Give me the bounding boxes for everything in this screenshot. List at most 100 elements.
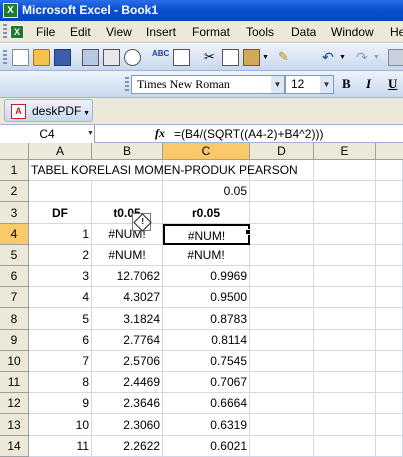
column-header-c[interactable]: C — [163, 143, 250, 160]
formula-input[interactable]: =(B4/(SQRT((A4-2)+B4^2))) — [174, 127, 323, 141]
print-preview-icon[interactable] — [124, 49, 141, 66]
cell-e1[interactable] — [314, 160, 376, 181]
row-header-11[interactable]: 11 — [0, 372, 29, 393]
cell-d4[interactable] — [250, 224, 314, 245]
cell-e8[interactable] — [314, 308, 376, 330]
cell-a10[interactable]: 7 — [29, 351, 92, 372]
menu-insert[interactable]: Insert — [146, 25, 176, 39]
cell-d13[interactable] — [250, 414, 314, 436]
cell-a7[interactable]: 4 — [29, 287, 92, 308]
excel-app-icon[interactable]: X — [3, 3, 18, 18]
cell-d2[interactable] — [250, 181, 314, 202]
column-header-e[interactable]: E — [314, 143, 376, 160]
row-header-9[interactable]: 9 — [0, 330, 29, 351]
cell-b6[interactable]: 12.7062 — [92, 266, 163, 287]
toolbar-grip-handle[interactable] — [3, 50, 7, 65]
cell-f12[interactable] — [376, 393, 403, 414]
save-icon[interactable] — [54, 49, 71, 66]
hyperlink-icon[interactable] — [388, 49, 403, 66]
row-header-1[interactable]: 1 — [0, 160, 29, 181]
menu-edit[interactable]: Edit — [70, 25, 91, 39]
bold-button[interactable]: B — [342, 76, 351, 92]
italic-button[interactable]: I — [366, 76, 371, 92]
cell-f11[interactable] — [376, 372, 403, 393]
cell-b11[interactable]: 2.4469 — [92, 372, 163, 393]
cell-c8[interactable]: 0.8783 — [163, 308, 250, 330]
cell-c6[interactable]: 0.9969 — [163, 266, 250, 287]
redo-icon[interactable]: ↷ — [356, 49, 373, 66]
insert-function-icon[interactable]: fx — [155, 126, 165, 141]
menu-format[interactable]: Format — [192, 25, 230, 39]
cell-c2[interactable]: 0.05 — [163, 181, 250, 202]
cell-b3[interactable]: t0.05 — [92, 202, 163, 224]
cell-f4[interactable] — [376, 224, 403, 245]
menu-file[interactable]: File — [36, 25, 55, 39]
copy-icon[interactable] — [222, 49, 239, 66]
cell-a6[interactable]: 3 — [29, 266, 92, 287]
undo-icon[interactable]: ↶ — [322, 49, 339, 66]
redo-dropdown-icon[interactable]: ▼ — [373, 49, 381, 66]
name-box[interactable]: C4 — [0, 125, 95, 143]
cell-b5[interactable]: #NUM! — [92, 245, 163, 266]
cell-f13[interactable] — [376, 414, 403, 436]
underline-button[interactable]: U — [388, 76, 397, 92]
error-options-button[interactable]: ! — [132, 213, 152, 232]
row-header-6[interactable]: 6 — [0, 266, 29, 287]
cell-b12[interactable]: 2.3646 — [92, 393, 163, 414]
cell-e6[interactable] — [314, 266, 376, 287]
cell-c10[interactable]: 0.7545 — [163, 351, 250, 372]
cell-e9[interactable] — [314, 330, 376, 351]
row-header-10[interactable]: 10 — [0, 351, 29, 372]
row-header-3[interactable]: 3 — [0, 202, 29, 224]
menu-data[interactable]: Data — [291, 25, 316, 39]
cell-b13[interactable]: 2.3060 — [92, 414, 163, 436]
cell-a2[interactable] — [29, 181, 92, 202]
cell-f6[interactable] — [376, 266, 403, 287]
cell-e11[interactable] — [314, 372, 376, 393]
paste-icon[interactable] — [243, 49, 260, 66]
font-size-dropdown[interactable]: 12 ▼ — [285, 75, 334, 94]
cell-a1[interactable]: TABEL KORELASI MOMEN-PRODUK PEARSON — [29, 160, 298, 181]
cell-e13[interactable] — [314, 414, 376, 436]
cell-d9[interactable] — [250, 330, 314, 351]
cut-icon[interactable]: ✂ — [201, 49, 218, 66]
cell-f8[interactable] — [376, 308, 403, 330]
cell-d6[interactable] — [250, 266, 314, 287]
cell-e5[interactable] — [314, 245, 376, 266]
row-header-5[interactable]: 5 — [0, 245, 29, 266]
cell-f1[interactable] — [376, 160, 403, 181]
font-name-dropdown[interactable]: Times New Roman ▼ — [131, 75, 285, 94]
menu-window[interactable]: Window — [331, 25, 374, 39]
cell-c12[interactable]: 0.6664 — [163, 393, 250, 414]
cell-c3[interactable]: r0.05 — [163, 202, 250, 224]
cell-b8[interactable]: 3.1824 — [92, 308, 163, 330]
cell-c7[interactable]: 0.9500 — [163, 287, 250, 308]
cell-a11[interactable]: 8 — [29, 372, 92, 393]
cell-d11[interactable] — [250, 372, 314, 393]
chevron-down-icon[interactable]: ▼ — [271, 76, 284, 93]
research-icon[interactable] — [173, 49, 190, 66]
deskpdf-button[interactable]: A deskPDF ▼ — [4, 99, 93, 122]
cell-a8[interactable]: 5 — [29, 308, 92, 330]
cell-e12[interactable] — [314, 393, 376, 414]
permission-icon[interactable] — [82, 49, 99, 66]
chevron-down-icon[interactable]: ▼ — [87, 125, 95, 143]
workbook-icon[interactable]: X — [10, 25, 24, 39]
row-header-2[interactable]: 2 — [0, 181, 29, 202]
cell-c11[interactable]: 0.7067 — [163, 372, 250, 393]
cell-f10[interactable] — [376, 351, 403, 372]
cell-f7[interactable] — [376, 287, 403, 308]
cell-e3[interactable] — [314, 202, 376, 224]
cell-a9[interactable]: 6 — [29, 330, 92, 351]
cell-d7[interactable] — [250, 287, 314, 308]
format-toolbar-grip-handle[interactable] — [125, 77, 129, 92]
menu-tools[interactable]: Tools — [246, 25, 274, 39]
cell-d12[interactable] — [250, 393, 314, 414]
cell-d5[interactable] — [250, 245, 314, 266]
cell-c4[interactable]: #NUM! — [163, 224, 250, 245]
cell-f3[interactable] — [376, 202, 403, 224]
cell-a3[interactable]: DF — [29, 202, 92, 224]
cell-b7[interactable]: 4.3027 — [92, 287, 163, 308]
cell-e2[interactable] — [314, 181, 376, 202]
paste-dropdown-icon[interactable]: ▼ — [262, 49, 270, 66]
